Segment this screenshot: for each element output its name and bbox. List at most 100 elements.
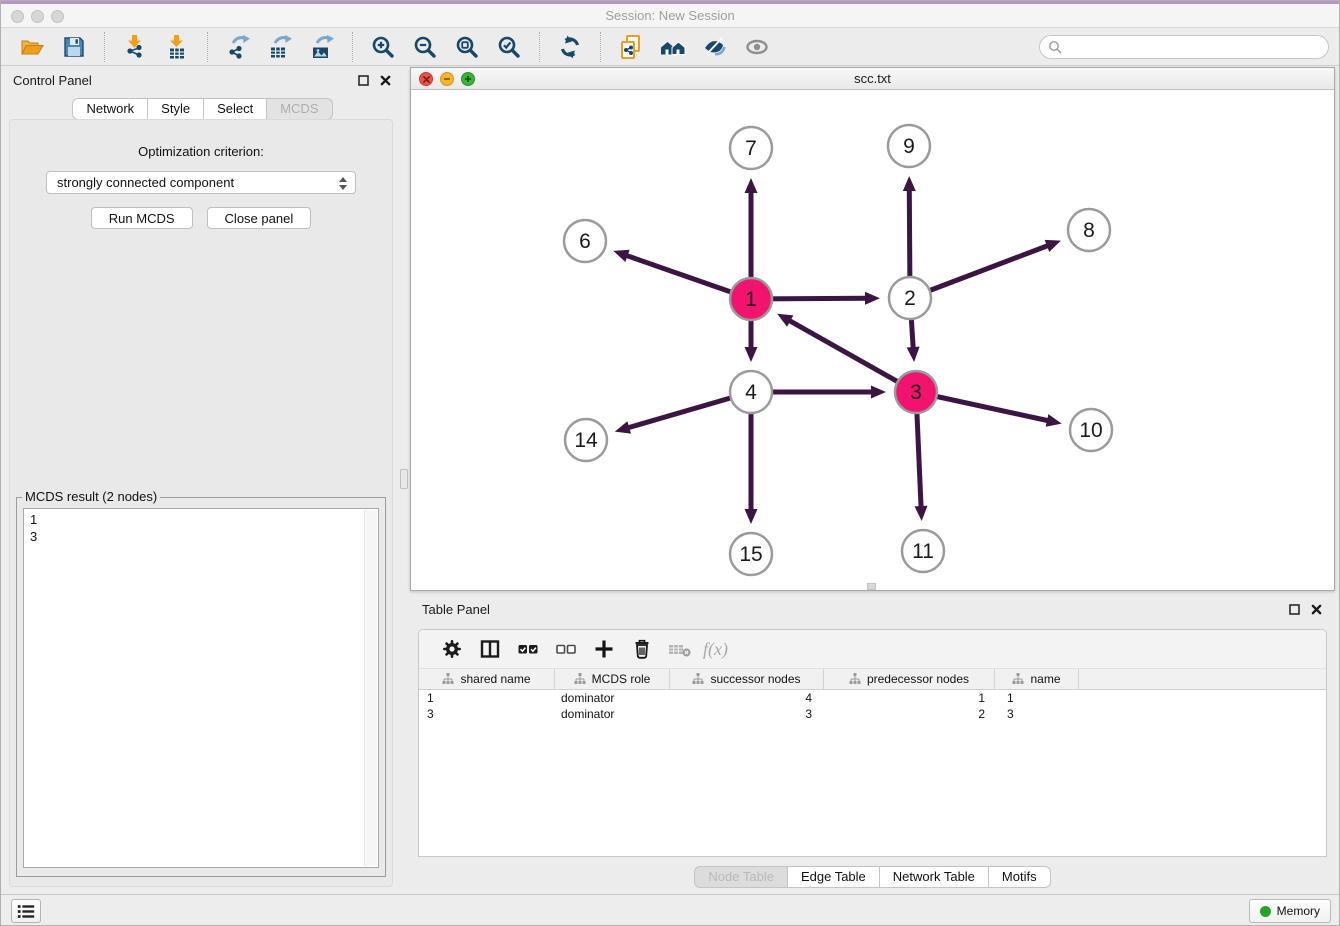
column-type-icon [442, 673, 454, 685]
dropdown-stepper-icon [338, 176, 348, 191]
zoom-in-icon[interactable] [367, 31, 399, 63]
graph-node-label: 2 [904, 287, 916, 310]
network-window-resize-grip[interactable] [867, 583, 876, 590]
graph-edge-arrowhead [903, 176, 916, 191]
window-zoom-button[interactable] [51, 10, 64, 23]
node-table-body: 1dominator4113dominator323 [419, 690, 1326, 722]
tab-motifs[interactable]: Motifs [988, 866, 1051, 888]
graph-edge-arrowhead [745, 178, 758, 193]
select-all-icon[interactable] [509, 633, 547, 665]
table-cell[interactable]: 3 [419, 706, 555, 722]
import-table-icon[interactable] [161, 31, 193, 63]
title-bar: Session: New Session [1, 4, 1339, 28]
deselect-all-icon[interactable] [547, 633, 585, 665]
tab-style[interactable]: Style [147, 98, 204, 120]
table-cell[interactable]: 3 [995, 706, 1079, 722]
close-panel-button[interactable]: Close panel [207, 207, 312, 229]
hide-graphics-details-icon[interactable] [699, 31, 731, 63]
graph-edge-arrowhead [1046, 414, 1062, 427]
window-title: Session: New Session [1, 4, 1339, 28]
mcds-result-text[interactable]: 1 3 [25, 510, 364, 866]
memory-status-icon [1260, 906, 1271, 917]
svg-text:f(x): f(x) [703, 639, 728, 660]
run-mcds-button[interactable]: Run MCDS [91, 207, 193, 229]
close-panel-icon[interactable] [1310, 603, 1323, 616]
zoom-fit-icon[interactable] [451, 31, 483, 63]
network-minimize-icon[interactable] [440, 72, 454, 86]
graph-node-label: 15 [739, 543, 762, 566]
export-table-icon[interactable] [264, 31, 296, 63]
float-panel-icon[interactable] [1288, 603, 1301, 616]
graph-node-label: 9 [903, 135, 915, 158]
delete-table-icon [661, 633, 699, 665]
graph-node-label: 1 [745, 288, 757, 311]
column-header[interactable]: successor nodes [670, 669, 824, 689]
tab-select[interactable]: Select [203, 98, 267, 120]
import-network-icon[interactable] [119, 31, 151, 63]
mcds-panel: Optimization criterion: strongly connect… [9, 119, 393, 887]
graph-edge-arrowhead [615, 421, 631, 433]
mcds-result-area: 1 3 [23, 508, 379, 868]
add-column-icon[interactable] [585, 633, 623, 665]
tab-network-table[interactable]: Network Table [879, 866, 989, 888]
float-panel-icon[interactable] [357, 74, 370, 87]
network-maximize-icon[interactable] [461, 72, 475, 86]
column-header[interactable]: shared name [419, 669, 555, 689]
first-neighbors-icon[interactable] [657, 31, 689, 63]
column-header[interactable]: MCDS role [555, 669, 670, 689]
table-cell[interactable]: dominator [555, 706, 670, 722]
table-row[interactable]: 1dominator411 [419, 690, 1326, 706]
export-image-icon[interactable] [306, 31, 338, 63]
table-cell[interactable]: 3 [670, 706, 824, 722]
table-row[interactable]: 3dominator323 [419, 706, 1326, 722]
toolbar-separator [104, 32, 105, 62]
network-view-window: scc.txt 1234678910111415 [410, 67, 1335, 591]
network-canvas[interactable]: 1234678910111415 [411, 90, 1334, 590]
network-graph[interactable]: 1234678910111415 [411, 90, 1334, 591]
column-header[interactable]: predecessor nodes [824, 669, 995, 689]
zoom-selected-icon[interactable] [493, 31, 525, 63]
table-cell[interactable]: 1 [824, 690, 995, 706]
tab-node-table[interactable]: Node Table [694, 866, 788, 888]
network-window-titlebar[interactable]: scc.txt [411, 68, 1334, 90]
tab-network[interactable]: Network [72, 98, 148, 120]
tab-mcds[interactable]: MCDS [266, 98, 332, 120]
table-cell[interactable]: 1 [995, 690, 1079, 706]
memory-button[interactable]: Memory [1249, 899, 1331, 923]
toolbar-separator [352, 32, 353, 62]
graph-edge[interactable] [910, 245, 1049, 298]
zoom-out-icon[interactable] [409, 31, 441, 63]
table-cell[interactable]: 4 [670, 690, 824, 706]
task-history-button[interactable] [11, 899, 41, 923]
search-input[interactable] [1067, 39, 1320, 54]
network-close-icon[interactable] [419, 72, 433, 86]
panel-splitter-handle[interactable] [400, 469, 408, 489]
control-panel-title: Control Panel [13, 73, 348, 88]
open-file-icon[interactable] [16, 31, 48, 63]
window-close-button[interactable] [11, 10, 24, 23]
result-scrollbar[interactable] [364, 510, 377, 866]
close-panel-icon[interactable] [379, 74, 392, 87]
export-network-icon[interactable] [222, 31, 254, 63]
table-mode-gear-icon[interactable] [433, 633, 471, 665]
show-columns-icon[interactable] [471, 633, 509, 665]
graph-node-label: 3 [910, 381, 922, 404]
clone-network-icon[interactable] [615, 31, 647, 63]
window-minimize-button[interactable] [31, 10, 44, 23]
cytoscape-window: Session: New Session [0, 0, 1340, 926]
criterion-dropdown[interactable]: strongly connected component [46, 171, 356, 194]
column-type-icon [849, 673, 861, 685]
show-hide-details-eye-icon[interactable] [741, 31, 773, 63]
table-cell[interactable]: 1 [419, 690, 555, 706]
delete-column-trash-icon[interactable] [623, 633, 661, 665]
control-panel-header: Control Panel [1, 67, 404, 93]
control-panel-tabs: Network Style Select MCDS [1, 98, 404, 120]
table-cell[interactable]: 2 [824, 706, 995, 722]
table-cell[interactable]: dominator [555, 690, 670, 706]
save-session-icon[interactable] [58, 31, 90, 63]
column-type-icon [692, 673, 704, 685]
apply-layout-icon[interactable] [554, 31, 586, 63]
column-type-icon [1012, 673, 1024, 685]
tab-edge-table[interactable]: Edge Table [787, 866, 880, 888]
column-header[interactable]: name [995, 669, 1079, 689]
